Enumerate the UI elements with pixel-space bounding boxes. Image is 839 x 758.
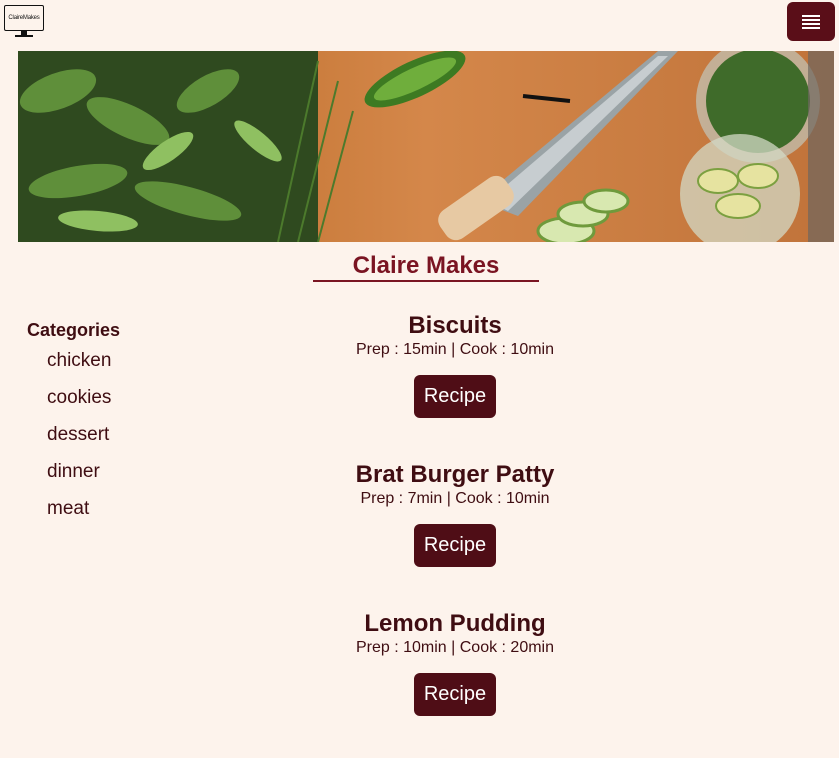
recipe-times: Prep : 15min | Cook : 10min — [355, 341, 555, 358]
recipe-button[interactable]: Recipe — [414, 673, 496, 716]
recipe-times: Prep : 10min | Cook : 20min — [355, 639, 555, 656]
hamburger-icon — [802, 13, 820, 31]
categories-sidebar: Categories chicken cookies dessert dinne… — [27, 320, 121, 519]
recipe-card: Lemon Pudding Prep : 10min | Cook : 20mi… — [300, 610, 610, 716]
site-title: Claire Makes — [352, 252, 500, 279]
recipe-button[interactable]: Recipe — [414, 375, 496, 418]
logo-text: ClaireMakes — [8, 15, 40, 21]
categories-heading: Categories — [27, 320, 121, 340]
menu-button[interactable] — [787, 2, 835, 41]
category-cookies[interactable]: cookies — [47, 387, 111, 409]
category-chicken[interactable]: chicken — [47, 350, 111, 372]
hero-image — [18, 51, 834, 242]
recipe-button[interactable]: Recipe — [414, 524, 496, 567]
logo[interactable]: ClaireMakes — [4, 5, 44, 39]
recipe-card: Biscuits Prep : 15min | Cook : 10min Rec… — [300, 312, 610, 418]
top-bar: ClaireMakes — [0, 0, 839, 50]
category-dessert[interactable]: dessert — [47, 424, 109, 446]
category-meat[interactable]: meat — [47, 498, 89, 520]
monitor-icon: ClaireMakes — [4, 5, 44, 31]
recipe-name: Biscuits — [408, 312, 502, 339]
title-underline — [313, 280, 539, 282]
recipe-name: Brat Burger Patty — [355, 461, 555, 488]
recipe-times: Prep : 7min | Cook : 10min — [360, 490, 550, 507]
recipe-card: Brat Burger Patty Prep : 7min | Cook : 1… — [300, 461, 610, 567]
category-dinner[interactable]: dinner — [47, 461, 100, 483]
recipe-name: Lemon Pudding — [364, 610, 546, 637]
